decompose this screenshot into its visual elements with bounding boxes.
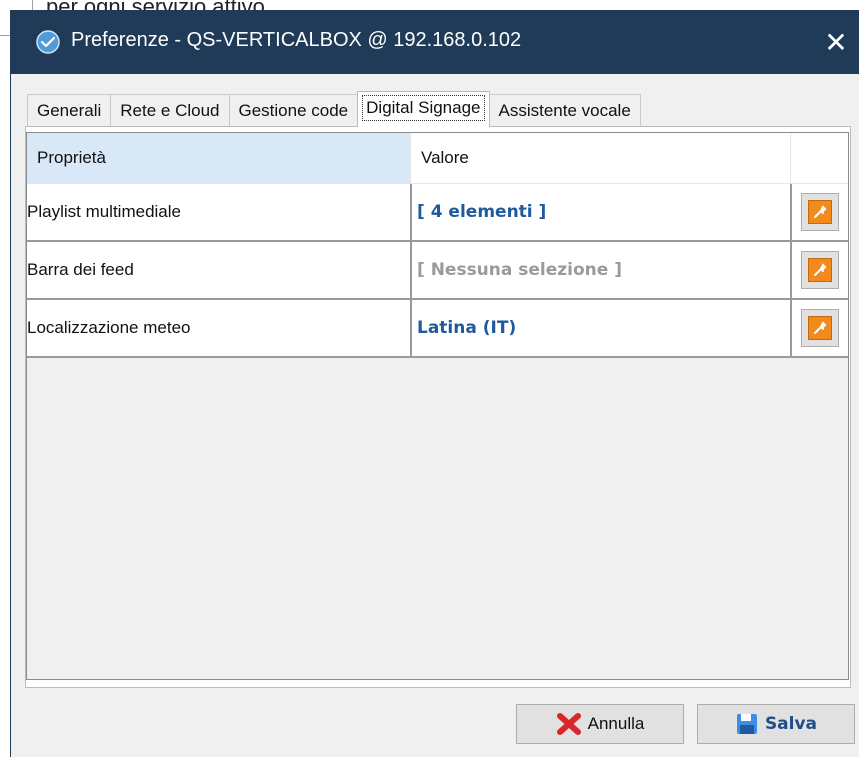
tab-bar: Generali Rete e Cloud Gestione code Digi…	[27, 91, 641, 127]
action-cell	[790, 242, 848, 298]
wrench-icon	[808, 316, 832, 340]
wrench-icon	[808, 258, 832, 282]
column-header-value[interactable]: Valore	[410, 133, 790, 183]
tab-digital-signage-label: Digital Signage	[362, 95, 485, 121]
table-row[interactable]: Localizzazione meteo Latina (IT)	[27, 300, 848, 358]
cancel-button[interactable]: Annulla	[516, 704, 684, 744]
save-button-label: Salva	[764, 714, 818, 734]
column-header-property[interactable]: Proprietà	[27, 133, 410, 183]
property-name: Playlist multimediale	[27, 202, 181, 221]
wrench-icon	[808, 200, 832, 224]
property-value[interactable]: [ Nessuna selezione ]	[410, 242, 790, 298]
app-logo-icon	[36, 30, 60, 54]
preferences-dialog: Preferenze - QS-VERTICALBOX @ 192.168.0.…	[10, 10, 859, 757]
tab-assistente-vocale[interactable]: Assistente vocale	[488, 94, 641, 126]
property-name: Localizzazione meteo	[27, 318, 191, 337]
property-name: Barra dei feed	[27, 260, 134, 279]
tab-generali[interactable]: Generali	[27, 94, 112, 126]
tab-digital-signage[interactable]: Digital Signage	[357, 91, 490, 127]
cancel-button-label: Annulla	[587, 714, 645, 733]
property-value[interactable]: Latina (IT)	[410, 300, 790, 356]
edit-playlist-button[interactable]	[801, 193, 839, 231]
property-grid: Proprietà Valore Playlist multimediale […	[26, 132, 849, 680]
title-bar[interactable]: Preferenze - QS-VERTICALBOX @ 192.168.0.…	[11, 10, 859, 74]
table-row[interactable]: Playlist multimediale [ 4 elementi ]	[27, 184, 848, 242]
edit-feed-bar-button[interactable]	[801, 251, 839, 289]
cancel-x-icon	[556, 713, 582, 735]
save-button[interactable]: Salva	[697, 704, 855, 744]
action-cell	[790, 184, 848, 240]
window-title: Preferenze - QS-VERTICALBOX @ 192.168.0.…	[71, 29, 522, 51]
action-cell	[790, 300, 848, 356]
property-value[interactable]: [ 4 elementi ]	[410, 184, 790, 240]
table-row[interactable]: Barra dei feed [ Nessuna selezione ]	[27, 242, 848, 300]
tab-gestione-code[interactable]: Gestione code	[228, 94, 359, 126]
edit-weather-location-button[interactable]	[801, 309, 839, 347]
grid-header: Proprietà Valore	[27, 133, 848, 184]
close-icon[interactable]: ✕	[818, 24, 854, 60]
floppy-disk-icon	[735, 712, 759, 736]
column-header-action	[790, 133, 848, 183]
tab-rete-e-cloud[interactable]: Rete e Cloud	[110, 94, 230, 126]
